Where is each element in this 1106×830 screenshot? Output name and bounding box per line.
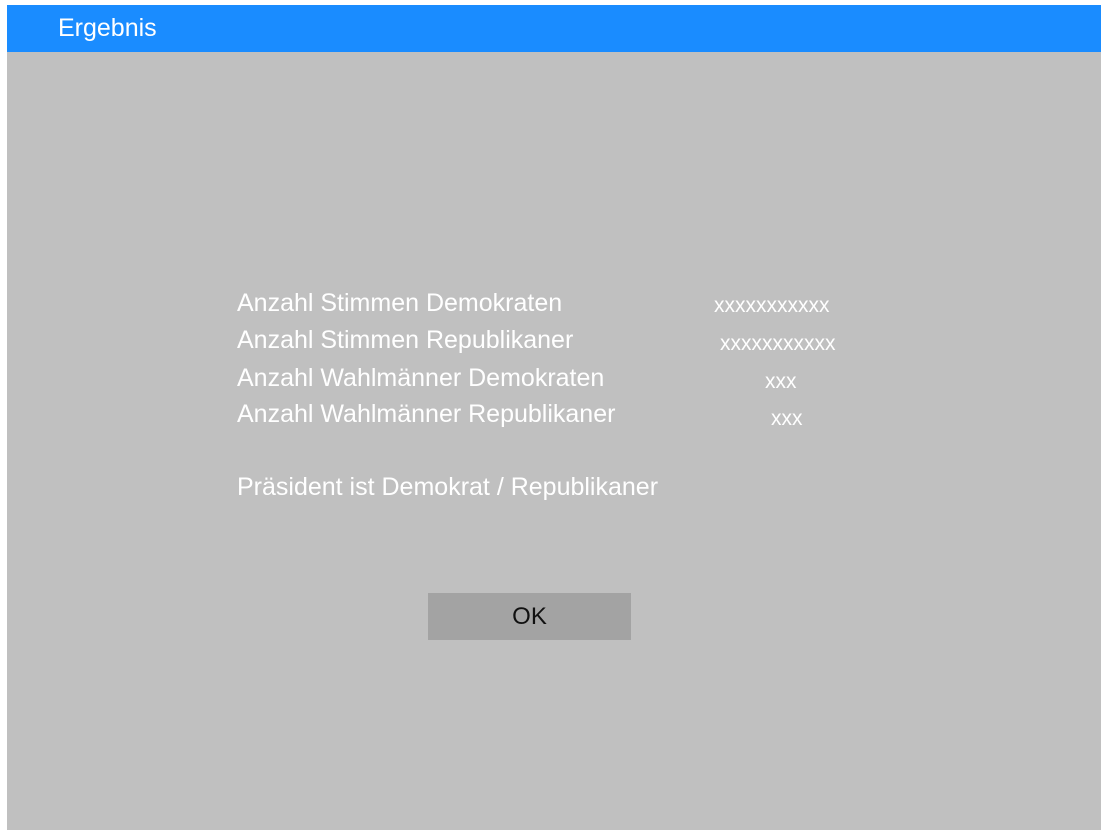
votes-democrats-value: xxxxxxxxxxx bbox=[714, 294, 830, 317]
votes-republicans-value: xxxxxxxxxxx bbox=[720, 332, 836, 355]
result-dialog: Ergebnis Anzahl Stimmen Demokraten xxxxx… bbox=[7, 5, 1101, 830]
ok-button[interactable]: OK bbox=[428, 593, 631, 640]
window-title: Ergebnis bbox=[58, 14, 157, 42]
electors-democrats-value: xxx bbox=[765, 370, 797, 393]
electors-republicans-label: Anzahl Wahlmänner Republikaner bbox=[237, 400, 616, 428]
president-result-text: Präsident ist Demokrat / Republikaner bbox=[237, 473, 659, 501]
electors-republicans-value: xxx bbox=[771, 407, 803, 430]
votes-republicans-label: Anzahl Stimmen Republikaner bbox=[237, 326, 574, 354]
title-bar: Ergebnis bbox=[7, 5, 1101, 52]
votes-democrats-label: Anzahl Stimmen Demokraten bbox=[237, 289, 563, 317]
electors-democrats-label: Anzahl Wahlmänner Demokraten bbox=[237, 364, 605, 392]
